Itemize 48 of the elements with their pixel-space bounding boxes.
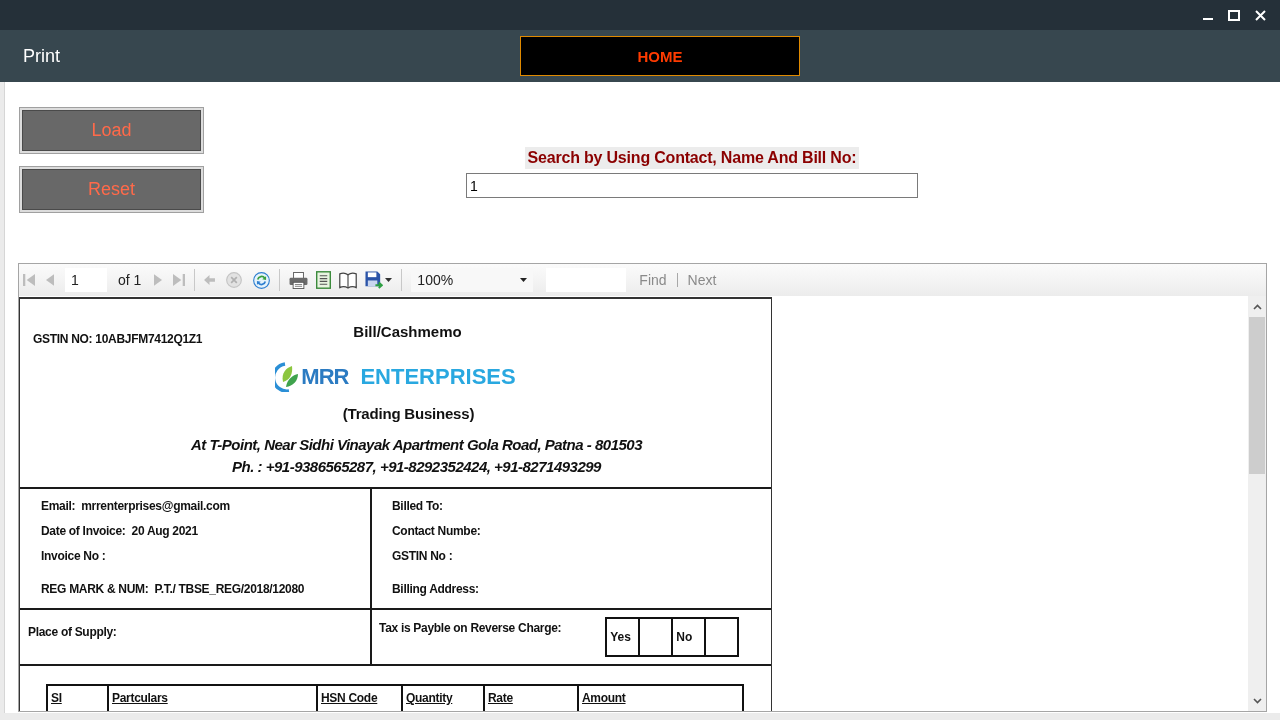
field-label: Invoice No : — [41, 548, 106, 563]
field-value: P.T./ TBSE_REG/2018/12080 — [154, 581, 305, 596]
print-icon[interactable] — [289, 271, 309, 289]
field-label: Billed To: — [392, 498, 443, 513]
field-value: 20 Aug 2021 — [131, 523, 198, 538]
field-label: Email: — [41, 498, 76, 513]
column-header: Amount — [581, 690, 627, 707]
caret-icon — [520, 278, 528, 282]
search-label: Search by Using Contact, Name And Bill No: — [524, 147, 860, 169]
scrollbar-thumb[interactable] — [1249, 317, 1265, 474]
scroll-up-icon[interactable] — [1252, 304, 1262, 310]
search-field[interactable]: 1 — [466, 173, 918, 198]
field-label: GSTIN No : — [392, 548, 453, 563]
phone-text: Ph. : +91-9386565287, +91-8292352424, +91-8271493299 — [232, 457, 601, 477]
save-icon[interactable] — [365, 271, 384, 289]
page-number-field[interactable]: 1 — [65, 268, 107, 292]
company-name: ENTERPRISES — [360, 364, 516, 390]
column-header: SI — [48, 686, 109, 711]
page-count: of 1 — [118, 272, 142, 288]
field-label: Place of Supply: — [28, 625, 117, 639]
scroll-down-icon[interactable] — [1252, 698, 1262, 704]
option-label: No — [673, 619, 707, 655]
field-label: Tax is Payble on Reverse Charge: — [379, 621, 562, 635]
field-label: Date of Invoice: — [41, 523, 126, 538]
gstin-text: GSTIN NO: 10ABJFM7412Q1Z1 — [33, 332, 203, 346]
field-value: mrrenterprises@gmail.com — [81, 498, 230, 513]
document-icon[interactable] — [316, 271, 332, 289]
book-icon[interactable] — [339, 271, 358, 289]
field-label: Billing Address: — [392, 581, 479, 596]
tagline-text: (Trading Business) — [342, 405, 475, 423]
home-button[interactable]: HOME — [520, 36, 800, 76]
column-header: Partculars — [109, 686, 318, 711]
logo-mark: MRR — [301, 364, 349, 390]
column-header: HSN Code — [318, 686, 403, 711]
column-header: Quantity — [403, 686, 485, 711]
close-icon[interactable] — [1255, 9, 1266, 21]
leaf-logo-icon — [275, 362, 300, 392]
field-label: Contact Numbe: — [392, 523, 481, 538]
vertical-scrollbar[interactable] — [1248, 296, 1266, 711]
document-title: Bill/Cashmemo — [353, 323, 462, 342]
option-label: Yes — [607, 619, 641, 655]
address-text: At T-Point, Near Sidhi Vinayak Apartment Gola Road, Patna - 801503 — [191, 435, 642, 455]
window-title: Print — [23, 45, 60, 67]
refresh-icon[interactable] — [253, 271, 271, 289]
maximize-icon[interactable] — [1228, 9, 1240, 21]
caret-icon[interactable] — [385, 278, 393, 282]
column-header: Rate — [485, 686, 579, 711]
field-label: REG MARK & NUM: — [41, 581, 149, 596]
